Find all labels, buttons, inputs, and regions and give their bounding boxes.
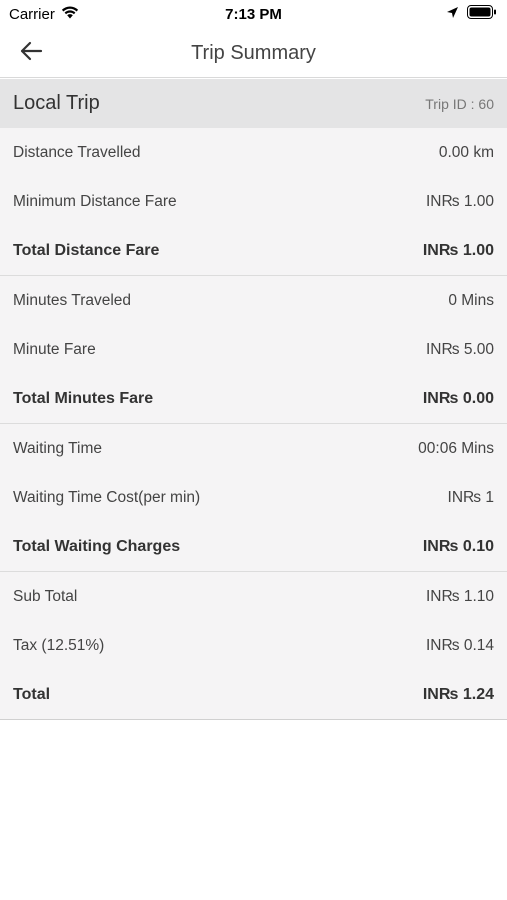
fare-row-value: IN₨ 5.00: [425, 340, 494, 358]
waiting-charges-section: Waiting Time 00:06 Mins Waiting Time Cos…: [0, 424, 507, 572]
fare-row: Waiting Time 00:06 Mins: [0, 424, 507, 473]
fare-row-label: Waiting Time: [13, 439, 103, 457]
fare-row-value: IN₨ 1.00: [425, 192, 494, 210]
fare-row-value: IN₨ 0.14: [425, 636, 494, 654]
minutes-fare-section: Minutes Traveled 0 Mins Minute Fare IN₨ …: [0, 276, 507, 424]
fare-total-row: Total Minutes Fare IN₨ 0.00: [0, 374, 507, 423]
fare-row-value: IN₨ 0.00: [422, 389, 494, 407]
navigation-bar: Trip Summary: [0, 28, 507, 78]
trip-type-label: Local Trip: [13, 92, 100, 114]
trip-summary-card: Local Trip Trip ID : 60 Distance Travell…: [0, 79, 507, 720]
fare-row-value: 0.00 km: [438, 143, 494, 161]
fare-row-label: Minute Fare: [13, 340, 96, 358]
wifi-icon: [61, 5, 79, 23]
page-title: Trip Summary: [191, 42, 316, 64]
fare-row: Minute Fare IN₨ 5.00: [0, 325, 507, 374]
fare-row-value: 00:06 Mins: [418, 439, 494, 457]
status-right: [446, 5, 497, 23]
fare-row-value: IN₨ 1.10: [425, 587, 494, 605]
fare-row: Waiting Time Cost(per min) IN₨ 1: [0, 473, 507, 522]
fare-row-label: Total Minutes Fare: [13, 389, 154, 407]
fare-row-label: Waiting Time Cost(per min): [13, 488, 201, 506]
fare-row: Distance Travelled 0.00 km: [0, 128, 507, 177]
status-left: Carrier: [9, 6, 79, 23]
grand-total-row: Total IN₨ 1.24: [0, 670, 507, 719]
fare-row-label: Total: [13, 685, 51, 703]
total-section: Sub Total IN₨ 1.10 Tax (12.51%) IN₨ 0.14…: [0, 572, 507, 719]
carrier-label: Carrier: [9, 5, 55, 23]
fare-row-label: Tax (12.51%): [13, 636, 105, 654]
fare-row-value: IN₨ 0.10: [422, 537, 494, 555]
fare-row: Sub Total IN₨ 1.10: [0, 572, 507, 621]
trip-id-label: Trip ID : 60: [425, 95, 494, 112]
fare-total-row: Total Distance Fare IN₨ 1.00: [0, 226, 507, 275]
fare-row-label: Distance Travelled: [13, 143, 141, 161]
fare-row-label: Total Waiting Charges: [13, 537, 181, 555]
distance-fare-section: Distance Travelled 0.00 km Minimum Dista…: [0, 128, 507, 276]
fare-row-label: Total Distance Fare: [13, 241, 160, 259]
fare-row-value: IN₨ 1.00: [422, 241, 494, 259]
fare-row-label: Sub Total: [13, 587, 78, 605]
fare-row-value: IN₨ 1: [447, 488, 494, 506]
fare-row: Minimum Distance Fare IN₨ 1.00: [0, 177, 507, 226]
fare-row-label: Minimum Distance Fare: [13, 192, 177, 210]
fare-total-row: Total Waiting Charges IN₨ 0.10: [0, 522, 507, 571]
summary-header: Local Trip Trip ID : 60: [0, 79, 507, 128]
location-arrow-icon: [446, 6, 459, 23]
battery-icon: [467, 5, 497, 23]
fare-row: Tax (12.51%) IN₨ 0.14: [0, 621, 507, 670]
fare-row: Minutes Traveled 0 Mins: [0, 276, 507, 325]
fare-row-label: Minutes Traveled: [13, 291, 132, 309]
fare-row-value: IN₨ 1.24: [422, 685, 494, 703]
fare-row-value: 0 Mins: [448, 291, 494, 309]
status-bar: Carrier 7:13 PM: [0, 0, 507, 28]
